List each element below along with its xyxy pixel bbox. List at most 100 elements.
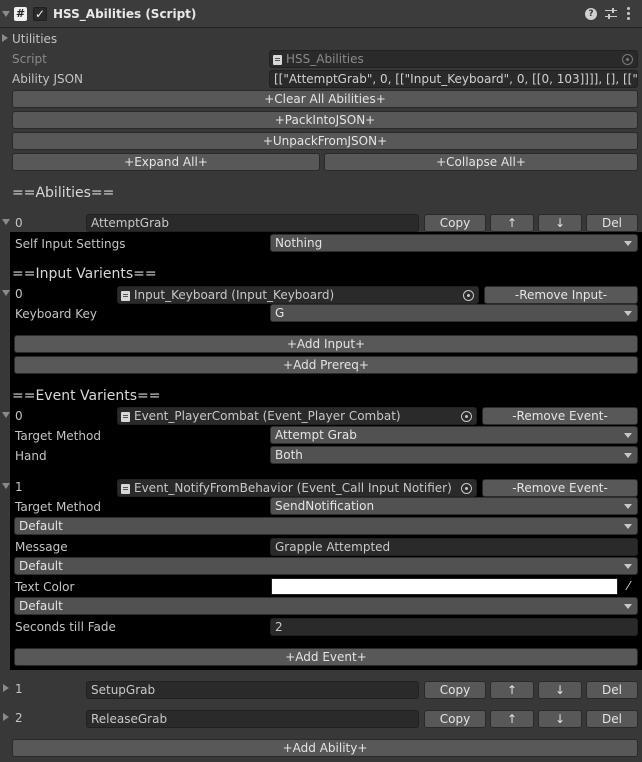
chevron-down-icon [624, 311, 632, 316]
event-1-remove-button[interactable]: -Remove Event- [482, 479, 638, 497]
event-1-object-field[interactable]: Event_NotifyFromBehavior (Event_Call Inp… [117, 479, 477, 497]
script-file-icon [121, 412, 130, 422]
ability-1-del-button[interactable]: Del [586, 681, 638, 699]
chevron-down-icon [624, 453, 632, 458]
utilities-foldout-icon[interactable] [2, 34, 8, 42]
seconds-till-fade-field[interactable]: 2 [270, 618, 638, 636]
ability-0-foldout-icon[interactable] [2, 219, 10, 225]
hand-value: Both [275, 448, 303, 462]
default-dropdown-2[interactable]: Default [14, 557, 638, 575]
default-dropdown-3[interactable]: Default [14, 597, 638, 615]
add-prereq-button[interactable]: +Add Prereq+ [14, 356, 638, 374]
add-event-button[interactable]: +Add Event+ [14, 648, 638, 666]
ability-2-copy-button[interactable]: Copy [424, 710, 486, 728]
chevron-down-icon [624, 241, 632, 246]
chevron-down-icon [624, 604, 632, 609]
ability-2-name-field[interactable]: ReleaseGrab [86, 710, 419, 728]
ability-1-copy-button[interactable]: Copy [424, 681, 486, 699]
ability-2-index: 2 [15, 711, 23, 725]
ability-1-up-button[interactable]: ↑ [490, 681, 534, 699]
ability-0-up-button[interactable]: ↑ [490, 214, 534, 232]
text-color-swatch[interactable] [271, 578, 618, 595]
kebab-menu-icon[interactable] [627, 7, 630, 21]
input-varients-heading: ==Input Varients== [12, 266, 157, 282]
ability-0-del-button[interactable]: Del [586, 214, 638, 232]
component-title: HSS_Abilities (Script) [53, 7, 197, 21]
object-picker-icon[interactable] [461, 411, 472, 422]
script-file-icon [121, 484, 130, 494]
expand-all-button[interactable]: +Expand All+ [12, 153, 320, 171]
enabled-checkbox[interactable]: ✓ [33, 7, 47, 21]
eyedropper-icon[interactable]: ⁄ [621, 578, 636, 595]
self-input-dropdown[interactable]: Nothing [270, 234, 638, 252]
keyboard-key-label: Keyboard Key [15, 307, 97, 321]
hand-dropdown[interactable]: Both [270, 446, 638, 464]
event-1-object: Event_NotifyFromBehavior (Event_Call Inp… [134, 481, 452, 495]
event-0-index: 0 [15, 409, 23, 423]
message-field[interactable]: Grapple Attempted [270, 538, 638, 556]
event-1-foldout-icon[interactable] [2, 483, 10, 489]
event-0-target-label: Target Method [15, 429, 101, 443]
utilities-foldout[interactable]: Utilities [12, 31, 57, 47]
event-0-target-dropdown[interactable]: Attempt Grab [270, 426, 638, 444]
event-1-target-dropdown[interactable]: SendNotification [270, 497, 638, 515]
unpack-from-json-button[interactable]: +UnpackFromJSON+ [12, 132, 638, 150]
object-picker-icon[interactable] [463, 290, 474, 301]
abilities-heading: ==Abilities== [12, 185, 115, 201]
ability-1-foldout-icon[interactable] [3, 684, 9, 692]
input-0-object: Input_Keyboard (Input_Keyboard) [134, 288, 335, 302]
object-picker-icon [622, 54, 633, 65]
ability-0-down-button[interactable]: ↓ [538, 214, 582, 232]
component-header: # ✓ HSS_Abilities (Script) ? [0, 0, 642, 28]
event-0-foldout-icon[interactable] [2, 412, 10, 418]
help-icon[interactable]: ? [585, 8, 597, 20]
remove-input-button[interactable]: -Remove Input- [484, 286, 638, 304]
event-0-object-field[interactable]: Event_PlayerCombat (Event_Player Combat) [117, 407, 477, 425]
event-0-target-value: Attempt Grab [275, 428, 357, 442]
ability-0-index: 0 [15, 216, 23, 230]
self-input-label: Self Input Settings [15, 237, 126, 251]
chevron-down-icon [624, 433, 632, 438]
default-dropdown-3-value: Default [19, 599, 63, 613]
sliders-icon[interactable] [605, 7, 617, 20]
default-dropdown-1-value: Default [19, 519, 63, 533]
ability-json-field[interactable]: [["AttemptGrab", 0, [["Input_Keyboard", … [269, 70, 638, 88]
pack-into-json-button[interactable]: +PackIntoJSON+ [12, 111, 638, 129]
script-file-icon [121, 291, 130, 301]
ability-1-index: 1 [15, 682, 23, 696]
input-0-object-field[interactable]: Input_Keyboard (Input_Keyboard) [117, 286, 479, 304]
ability-2-foldout-icon[interactable] [3, 713, 9, 721]
event-0-object: Event_PlayerCombat (Event_Player Combat) [134, 409, 401, 423]
ability-2-up-button[interactable]: ↑ [490, 710, 534, 728]
ability-1-name-field[interactable]: SetupGrab [86, 681, 419, 699]
message-label: Message [15, 540, 68, 554]
default-dropdown-1[interactable]: Default [14, 517, 638, 535]
chevron-down-icon [624, 524, 632, 529]
keyboard-key-value: G [275, 306, 285, 320]
text-color-label: Text Color [15, 580, 75, 594]
object-picker-icon[interactable] [461, 483, 472, 494]
input-0-foldout-icon[interactable] [2, 290, 10, 296]
script-hash-icon: # [14, 7, 27, 21]
hand-label: Hand [15, 449, 47, 463]
collapse-all-button[interactable]: +Collapse All+ [324, 153, 638, 171]
ability-0-copy-button[interactable]: Copy [424, 214, 486, 232]
event-0-remove-button[interactable]: -Remove Event- [482, 407, 638, 425]
collapse-arrow-icon[interactable] [2, 11, 10, 17]
ability-2-del-button[interactable]: Del [586, 710, 638, 728]
keyboard-key-dropdown[interactable]: G [270, 304, 638, 322]
event-1-index: 1 [15, 480, 23, 494]
script-label: Script [12, 52, 47, 66]
script-field: HSS_Abilities [269, 50, 638, 68]
script-value: HSS_Abilities [286, 52, 364, 66]
ability-2-down-button[interactable]: ↓ [538, 710, 582, 728]
ability-1-down-button[interactable]: ↓ [538, 681, 582, 699]
add-ability-button[interactable]: +Add Ability+ [12, 739, 638, 757]
self-input-value: Nothing [275, 236, 323, 250]
ability-0-name-field[interactable]: AttemptGrab [86, 214, 419, 232]
clear-all-abilities-button[interactable]: +Clear All Abilities+ [12, 90, 638, 108]
default-dropdown-2-value: Default [19, 559, 63, 573]
add-input-button[interactable]: +Add Input+ [14, 335, 638, 353]
event-1-target-label: Target Method [15, 500, 101, 514]
event-varients-heading: ==Event Varients== [12, 388, 161, 404]
